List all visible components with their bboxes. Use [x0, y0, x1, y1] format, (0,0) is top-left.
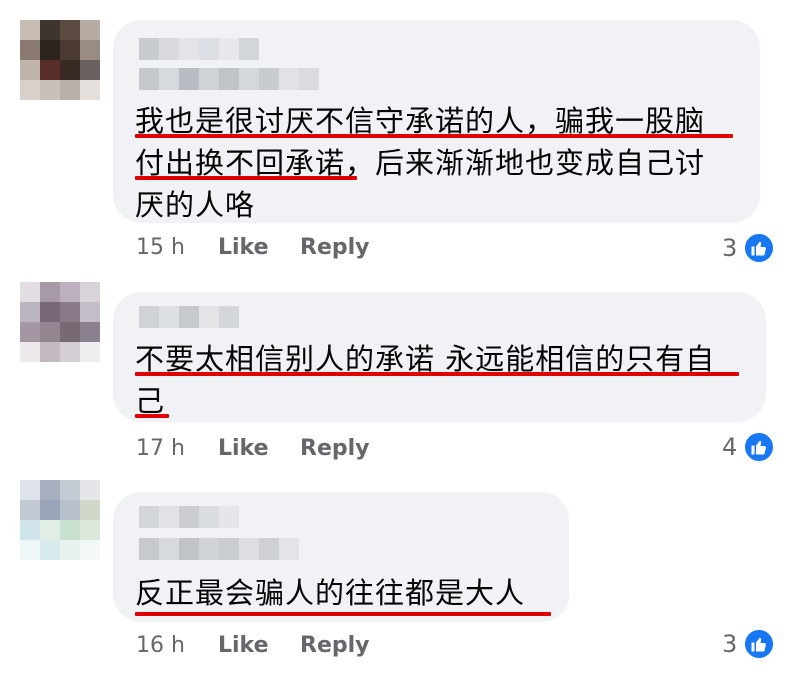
highlight-underline: [135, 414, 169, 418]
reply-button[interactable]: Reply: [300, 434, 370, 464]
like-button[interactable]: Like: [218, 434, 300, 464]
reaction-summary[interactable]: 3: [722, 628, 776, 660]
reaction-summary[interactable]: 4: [722, 431, 776, 463]
comment-actions: 15 h Like Reply: [136, 233, 370, 263]
author-name[interactable]: [139, 38, 259, 60]
reply-button[interactable]: Reply: [300, 233, 370, 263]
timestamp[interactable]: 15 h: [136, 233, 218, 263]
comment-bubble: 反正最会骗人的往往都是大人: [113, 492, 569, 622]
avatar[interactable]: [20, 480, 100, 560]
like-button[interactable]: Like: [218, 233, 300, 263]
comment-text-line: 厌的人咯: [135, 188, 256, 222]
avatar[interactable]: [20, 20, 100, 100]
like-thumb-icon: [743, 232, 776, 264]
author-subtitle: [139, 538, 299, 560]
highlight-underline: [135, 612, 551, 616]
reaction-summary[interactable]: 3: [722, 232, 776, 264]
highlight-underline: [135, 134, 733, 138]
comment-actions: 17 h Like Reply: [136, 434, 370, 464]
like-thumb-icon: [743, 628, 776, 660]
author-name[interactable]: [139, 506, 239, 528]
timestamp[interactable]: 17 h: [136, 434, 218, 464]
author-name[interactable]: [139, 306, 239, 328]
reaction-count: 3: [722, 630, 738, 658]
timestamp[interactable]: 16 h: [136, 631, 218, 661]
author-subtitle: [139, 68, 319, 90]
reply-button[interactable]: Reply: [300, 631, 370, 661]
comment-text-line: 反正最会骗人的往往都是大人: [135, 576, 526, 610]
reaction-count: 3: [722, 234, 738, 262]
like-button[interactable]: Like: [218, 631, 300, 661]
avatar[interactable]: [20, 282, 100, 362]
highlight-underline: [135, 372, 739, 376]
reaction-count: 4: [722, 433, 738, 461]
highlight-underline: [135, 176, 357, 180]
like-thumb-icon: [743, 431, 776, 463]
comment-bubble: 不要太相信别人的承诺 永远能相信的只有自 己: [113, 292, 766, 422]
comment-bubble: 我也是很讨厌不信守承诺的人，骗我一股脑 付出换不回承诺，后来渐渐地也变成自己讨 …: [113, 20, 760, 223]
comment-actions: 16 h Like Reply: [136, 631, 370, 661]
